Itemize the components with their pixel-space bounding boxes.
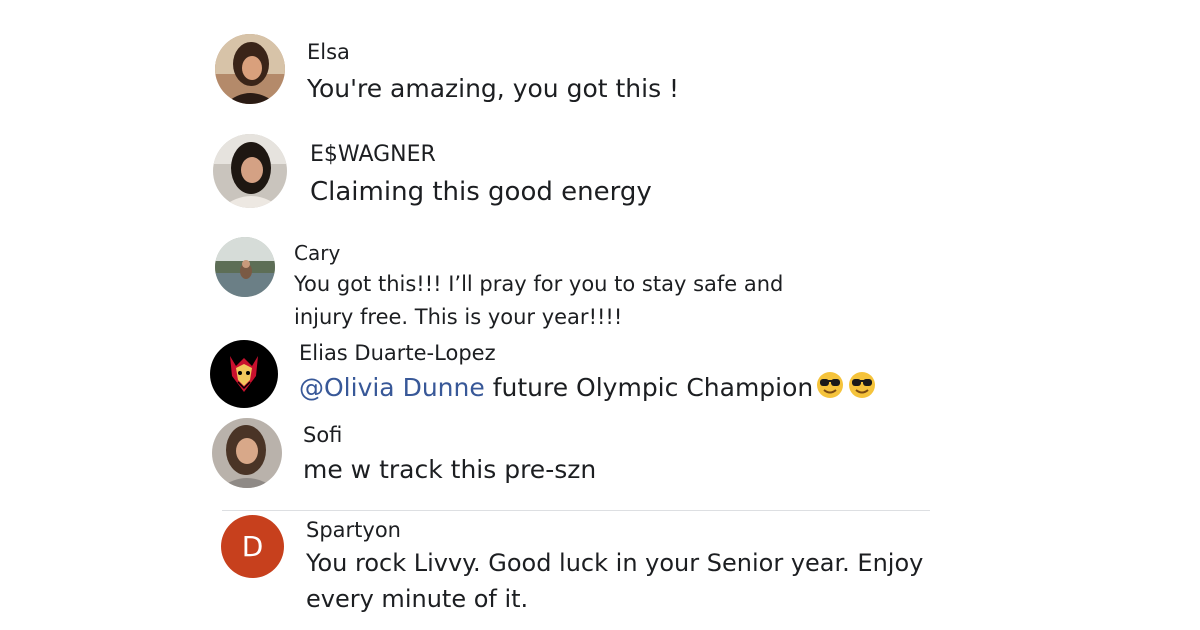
- avatar-initial: D: [241, 530, 264, 563]
- commenter-name[interactable]: E$WAGNER: [310, 142, 436, 167]
- commenter-name[interactable]: Elias Duarte-Lopez: [299, 341, 496, 365]
- commenter-name[interactable]: Cary: [294, 241, 340, 265]
- comment-text: @Olivia Dunne future Olympic Champion: [299, 370, 877, 409]
- avatar[interactable]: [215, 237, 275, 297]
- comment-text-line-2: every minute of it.: [306, 585, 529, 613]
- commenter-name[interactable]: Sofi: [303, 423, 342, 447]
- comment-text-line-1: You got this!!! I’ll pray for you to sta…: [294, 272, 784, 296]
- comments-screenshot: Elsa You're amazing, you got this ! E$WA…: [0, 0, 1200, 630]
- avatar[interactable]: D: [221, 515, 284, 578]
- comment-text-body: future Olympic Champion: [484, 373, 814, 402]
- divider: [222, 510, 930, 511]
- avatar[interactable]: [212, 418, 282, 488]
- avatar[interactable]: [213, 134, 287, 208]
- comment-text: me w track this pre-szn: [303, 455, 597, 484]
- avatar[interactable]: [215, 34, 285, 104]
- comment-text: You're amazing, you got this !: [307, 74, 680, 103]
- avatar[interactable]: [210, 340, 278, 408]
- mention-link[interactable]: @Olivia Dunne: [299, 373, 485, 402]
- commenter-name[interactable]: Elsa: [307, 40, 350, 64]
- comment-text-line-1: You rock Livvy. Good luck in your Senior…: [306, 549, 924, 577]
- comment-text-line-2: injury free. This is your year!!!!: [294, 305, 623, 329]
- sunglasses-face-icon: [847, 370, 877, 409]
- commenter-name[interactable]: Spartyon: [306, 518, 401, 542]
- comment-text: Claiming this good energy: [310, 177, 652, 207]
- sunglasses-face-icon: [815, 370, 845, 409]
